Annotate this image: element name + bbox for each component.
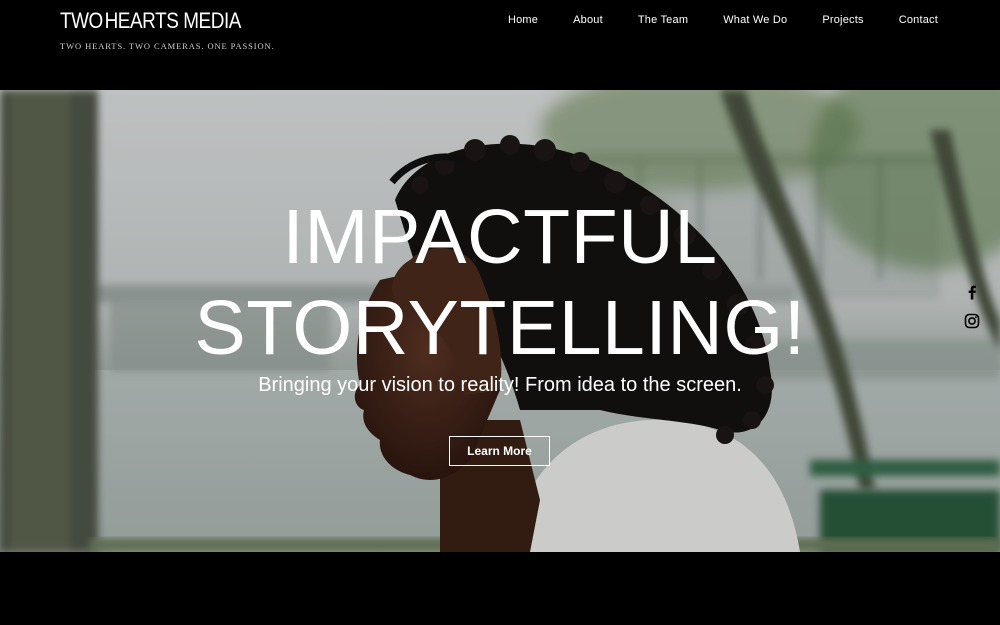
nav-contact[interactable]: Contact [899, 12, 938, 28]
nav-projects[interactable]: Projects [822, 12, 863, 28]
hero-headline: IMPACTFUL STORYTELLING! [0, 192, 1000, 374]
nav-the-team[interactable]: The Team [638, 12, 688, 28]
logo-wordmark: TWO HEARTS MEDIA [60, 8, 241, 34]
nav-about[interactable]: About [573, 12, 603, 28]
hero-subheadline: Bringing your vision to reality! From id… [258, 374, 742, 396]
logo-word-right: HEARTS MEDIA [104, 8, 242, 33]
instagram-icon[interactable] [964, 313, 980, 329]
site-header: TWO HEARTS MEDIA TWO HEARTS. TWO CAMERAS… [0, 0, 1000, 90]
nav-what-we-do[interactable]: What We Do [723, 12, 787, 28]
learn-more-button[interactable]: Learn More [449, 436, 550, 466]
nav-home[interactable]: Home [508, 12, 538, 28]
logo-tagline: TWO HEARTS. TWO CAMERAS. ONE PASSION. [60, 41, 275, 51]
page: TWO HEARTS MEDIA TWO HEARTS. TWO CAMERAS… [0, 0, 1000, 625]
social-bar [964, 284, 980, 342]
facebook-icon[interactable] [964, 284, 980, 300]
hero-headline-line1: IMPACTFUL [282, 194, 718, 280]
logo[interactable]: TWO HEARTS MEDIA TWO HEARTS. TWO CAMERAS… [60, 8, 275, 51]
page-bottom-band [0, 552, 1000, 625]
logo-word-left: TWO [60, 8, 103, 33]
main-nav: Home About The Team What We Do Projects … [473, 12, 938, 28]
hero-headline-line2: STORYTELLING! [194, 285, 806, 371]
hero-section: IMPACTFUL STORYTELLING! Bringing your vi… [0, 90, 1000, 552]
